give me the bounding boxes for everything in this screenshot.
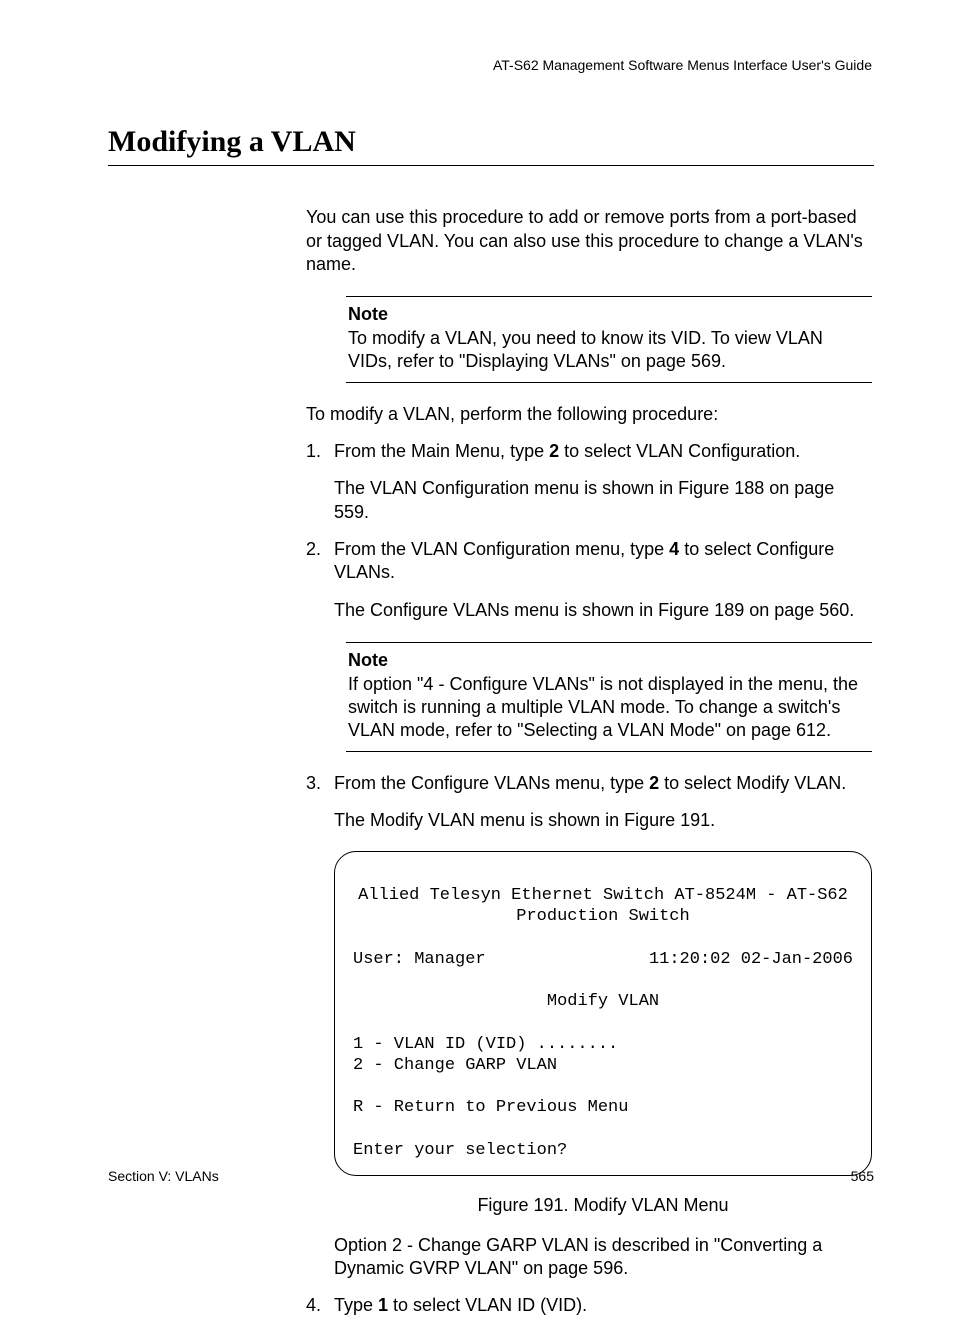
step-text-post: to select Modify VLAN. (659, 773, 846, 793)
step-number: 2. (306, 538, 334, 585)
figure-191: Allied Telesyn Ethernet Switch AT-8524M … (334, 851, 872, 1218)
step-text-bold: 4 (669, 539, 679, 559)
note-text: If option "4 - Configure VLANs" is not d… (348, 673, 870, 743)
step-number: 3. (306, 772, 334, 795)
step-text-bold: 2 (649, 773, 659, 793)
title-rule (108, 165, 874, 166)
page-footer: Section V: VLANs 565 (108, 1167, 874, 1185)
page-title: Modifying a VLAN (108, 122, 874, 161)
step-text-pre: From the Configure VLANs menu, type (334, 773, 649, 793)
step-2: 2. From the VLAN Configuration menu, typ… (306, 538, 872, 622)
procedure-lead-in: To modify a VLAN, perform the following … (306, 403, 872, 426)
terminal-screen: Allied Telesyn Ethernet Switch AT-8524M … (334, 851, 872, 1177)
step-text-pre: From the Main Menu, type (334, 441, 549, 461)
body-column: You can use this procedure to add or rem… (306, 206, 872, 1317)
figure-caption: Figure 191. Modify VLAN Menu (334, 1194, 872, 1217)
step-text: Type 1 to select VLAN ID (VID). (334, 1294, 872, 1317)
figure-followup: Option 2 - Change GARP VLAN is described… (334, 1234, 872, 1281)
step-1: 1. From the Main Menu, type 2 to select … (306, 440, 872, 524)
terminal-option: R - Return to Previous Menu (353, 1098, 628, 1117)
step-number: 4. (306, 1294, 334, 1317)
running-header: AT-S62 Management Software Menus Interfa… (108, 56, 872, 74)
note-label: Note (348, 649, 870, 672)
page: AT-S62 Management Software Menus Interfa… (0, 0, 954, 1235)
terminal-heading: Modify VLAN (353, 991, 853, 1012)
note-label: Note (348, 303, 870, 326)
step-result: The Configure VLANs menu is shown in Fig… (334, 599, 872, 622)
step-text-pre: Type (334, 1295, 378, 1315)
step-text-post: to select VLAN ID (VID). (388, 1295, 587, 1315)
step-3: 3. From the Configure VLANs menu, type 2… (306, 772, 872, 833)
step-text-bold: 1 (378, 1295, 388, 1315)
step-text-bold: 2 (549, 441, 559, 461)
terminal-line: Allied Telesyn Ethernet Switch AT-8524M … (353, 885, 853, 906)
step-text-pre: From the VLAN Configuration menu, type (334, 539, 669, 559)
terminal-timestamp: 11:20:02 02-Jan-2006 (649, 949, 853, 970)
terminal-option: 2 - Change GARP VLAN (353, 1056, 557, 1075)
note-text: To modify a VLAN, you need to know its V… (348, 327, 870, 374)
terminal-user: User: Manager (353, 949, 486, 970)
footer-section: Section V: VLANs (108, 1167, 219, 1185)
step-text: From the Main Menu, type 2 to select VLA… (334, 440, 872, 463)
terminal-line: Production Switch (353, 906, 853, 927)
note-box-2: Note If option "4 - Configure VLANs" is … (346, 642, 872, 752)
step-result: The VLAN Configuration menu is shown in … (334, 477, 872, 524)
step-number: 1. (306, 440, 334, 463)
step-text: From the Configure VLANs menu, type 2 to… (334, 772, 872, 795)
note-box-1: Note To modify a VLAN, you need to know … (346, 296, 872, 382)
step-text-post: to select VLAN Configuration. (559, 441, 800, 461)
terminal-prompt: Enter your selection? (353, 1141, 567, 1160)
footer-page-number: 565 (851, 1167, 874, 1185)
terminal-option: 1 - VLAN ID (VID) ........ (353, 1035, 618, 1054)
intro-paragraph: You can use this procedure to add or rem… (306, 206, 872, 276)
step-text: From the VLAN Configuration menu, type 4… (334, 538, 872, 585)
step-result: The Modify VLAN menu is shown in Figure … (334, 809, 872, 832)
step-4: 4. Type 1 to select VLAN ID (VID). (306, 1294, 872, 1317)
